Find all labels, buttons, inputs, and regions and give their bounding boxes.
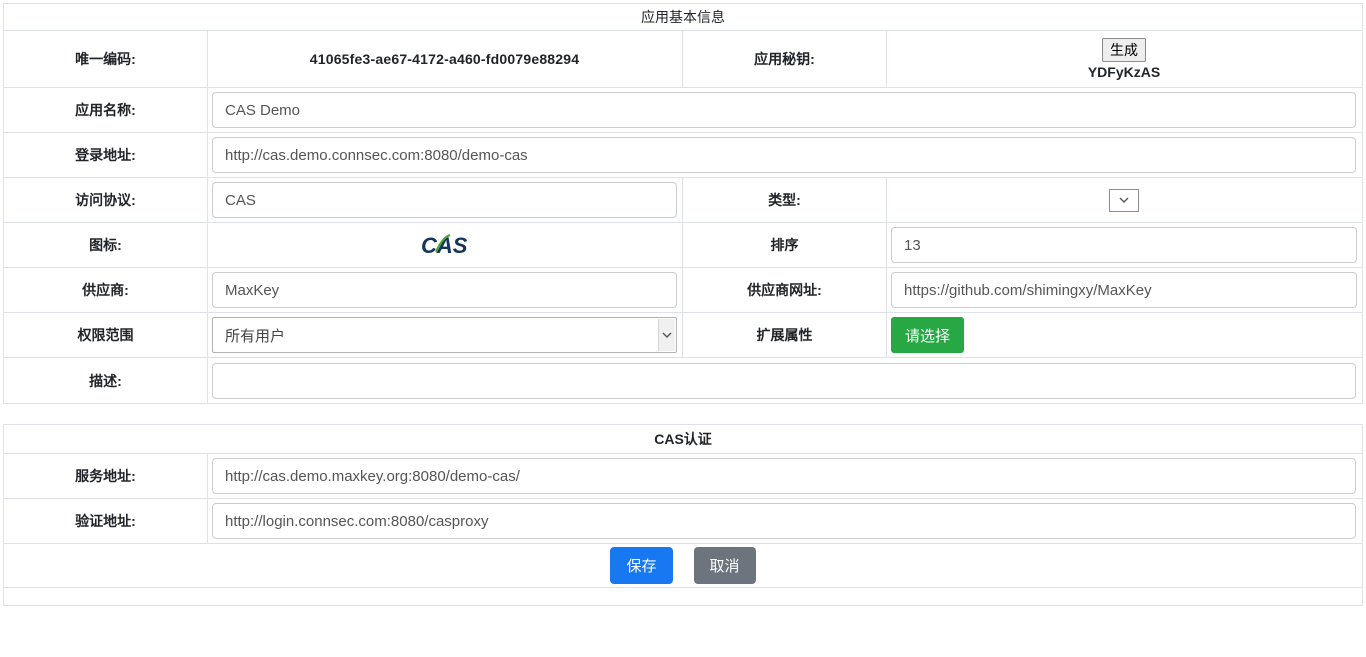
protocol-label: 访问协议: <box>4 178 208 222</box>
row-app-name: 应用名称: <box>4 88 1362 133</box>
choose-ext-attr-button[interactable]: 请选择 <box>891 317 964 353</box>
type-label: 类型: <box>683 178 887 222</box>
save-button[interactable]: 保存 <box>610 547 672 584</box>
sort-label: 排序 <box>683 223 887 267</box>
row-scope-ext: 权限范围 所有用户 扩展属性 请选择 <box>4 313 1362 358</box>
vendor-label: 供应商: <box>4 268 208 312</box>
login-url-label: 登录地址: <box>4 133 208 177</box>
unique-code-value: 41065fe3-ae67-4172-a460-fd0079e88294 <box>310 51 580 67</box>
row-description: 描述: <box>4 358 1362 403</box>
row-service-url: 服务地址: <box>4 454 1362 499</box>
row-icon-sort: 图标: CAS 排序 <box>4 223 1362 268</box>
app-secret-cell: 生成 YDFyKzAS <box>887 31 1362 87</box>
service-url-label: 服务地址: <box>4 454 208 498</box>
icon-cell: CAS <box>208 223 683 267</box>
scope-select[interactable]: 所有用户 <box>212 317 677 353</box>
sort-cell <box>887 223 1362 267</box>
row-unique-code: 唯一编码: 41065fe3-ae67-4172-a460-fd0079e882… <box>4 31 1362 88</box>
cancel-button[interactable]: 取消 <box>694 547 756 584</box>
ext-attr-label: 扩展属性 <box>683 313 887 357</box>
type-cell <box>887 178 1362 222</box>
vendor-input[interactable] <box>212 272 677 308</box>
cas-logo-icon: CAS <box>419 231 471 259</box>
vendor-cell <box>208 268 683 312</box>
icon-label: 图标: <box>4 223 208 267</box>
scope-select-value: 所有用户 <box>213 318 657 352</box>
description-label: 描述: <box>4 358 208 403</box>
unique-code-cell: 41065fe3-ae67-4172-a460-fd0079e88294 <box>208 31 683 87</box>
description-input[interactable] <box>212 363 1356 399</box>
cas-auth-panel: CAS认证 服务地址: 验证地址: 保存 取消 <box>3 424 1363 606</box>
protocol-input[interactable] <box>212 182 677 218</box>
validate-url-label: 验证地址: <box>4 499 208 543</box>
login-url-input[interactable] <box>212 137 1356 173</box>
vendor-url-input[interactable] <box>891 272 1357 308</box>
row-validate-url: 验证地址: <box>4 499 1362 544</box>
row-login-url: 登录地址: <box>4 133 1362 178</box>
vendor-url-label: 供应商网址: <box>683 268 887 312</box>
validate-url-cell <box>208 499 1362 543</box>
basic-info-title: 应用基本信息 <box>4 4 1362 31</box>
generate-secret-button[interactable]: 生成 <box>1102 38 1146 62</box>
sort-input[interactable] <box>891 227 1357 263</box>
app-secret-value: YDFyKzAS <box>1088 64 1160 80</box>
cas-auth-title: CAS认证 <box>4 425 1362 454</box>
app-name-cell <box>208 88 1362 132</box>
validate-url-input[interactable] <box>212 503 1356 539</box>
unique-code-label: 唯一编码: <box>4 31 208 87</box>
app-name-label: 应用名称: <box>4 88 208 132</box>
scope-label: 权限范围 <box>4 313 208 357</box>
service-url-cell <box>208 454 1362 498</box>
app-secret-label: 应用秘钥: <box>683 31 887 87</box>
login-url-cell <box>208 133 1362 177</box>
protocol-cell <box>208 178 683 222</box>
svg-text:CAS: CAS <box>421 233 468 258</box>
scope-cell: 所有用户 <box>208 313 683 357</box>
type-select[interactable] <box>1109 189 1139 212</box>
action-button-row: 保存 取消 <box>4 544 1362 588</box>
ext-attr-cell: 请选择 <box>887 313 1362 357</box>
app-name-input[interactable] <box>212 92 1356 128</box>
row-protocol-type: 访问协议: 类型: <box>4 178 1362 223</box>
chevron-down-icon <box>658 319 675 351</box>
basic-info-panel: 应用基本信息 唯一编码: 41065fe3-ae67-4172-a460-fd0… <box>3 3 1363 404</box>
panel-footer <box>4 588 1362 605</box>
vendor-url-cell <box>887 268 1362 312</box>
row-vendor: 供应商: 供应商网址: <box>4 268 1362 313</box>
service-url-input[interactable] <box>212 458 1356 494</box>
description-cell <box>208 358 1362 403</box>
chevron-down-icon <box>1119 197 1129 203</box>
